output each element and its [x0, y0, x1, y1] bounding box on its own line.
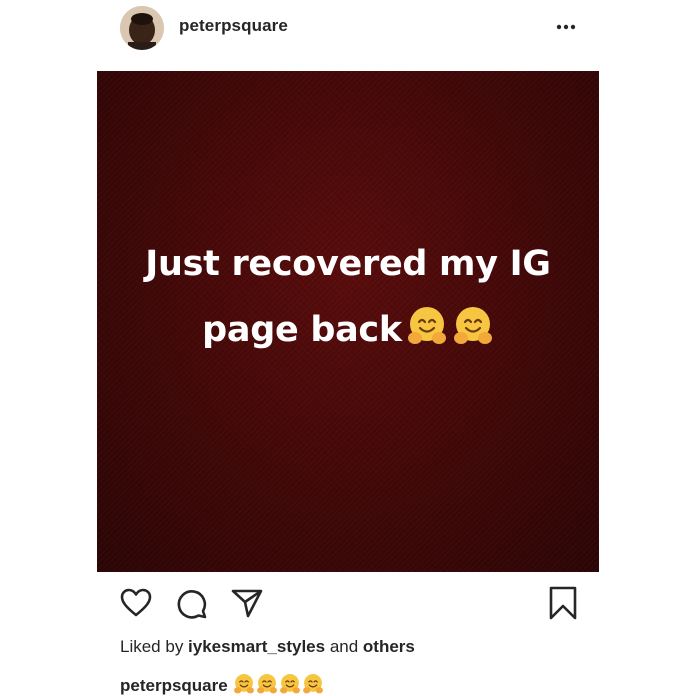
more-dots-icon[interactable]	[551, 17, 581, 37]
post-image-text: Just recovered my IG page back	[97, 231, 599, 363]
hugging-face-emoji-icon	[257, 674, 278, 694]
hugging-face-emoji-icon	[280, 674, 301, 694]
post-username[interactable]: peterpsquare	[179, 16, 288, 36]
likes-summary: Liked by iykesmart_styles and others	[120, 637, 415, 657]
action-bar	[0, 585, 696, 625]
hugging-face-emoji-icon	[303, 674, 324, 694]
heart-icon[interactable]	[118, 585, 154, 621]
caption-emojis	[232, 674, 324, 695]
hugging-face-emoji-icon	[407, 307, 446, 344]
post-image[interactable]: Just recovered my IG page back	[97, 71, 599, 572]
hugging-face-emoji-icon	[234, 674, 255, 694]
bookmark-icon[interactable]	[546, 585, 580, 621]
comment-icon[interactable]	[174, 585, 210, 621]
avatar-photo	[120, 6, 164, 50]
post-text-line-1: Just recovered my IG	[145, 244, 551, 284]
likes-user-link[interactable]: iykesmart_styles	[188, 637, 325, 656]
avatar[interactable]	[120, 6, 164, 50]
hugging-face-emoji-icon	[453, 307, 492, 344]
caption-username[interactable]: peterpsquare	[120, 676, 228, 695]
likes-others-link[interactable]: others	[363, 637, 415, 656]
post-header: peterpsquare	[0, 0, 696, 58]
share-icon[interactable]	[229, 585, 265, 621]
likes-middle: and	[325, 637, 363, 656]
post-text-line-2-label: page back	[202, 310, 402, 350]
likes-prefix: Liked by	[120, 637, 189, 656]
post-caption: peterpsquare	[120, 673, 324, 696]
post-text-line-2: page back	[97, 297, 599, 363]
